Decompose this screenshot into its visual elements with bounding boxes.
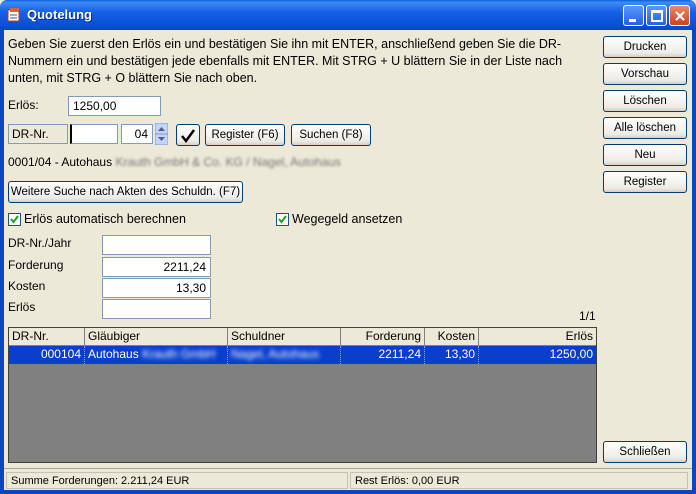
neu-button[interactable]: Neu — [603, 144, 687, 166]
vorschau-button[interactable]: Vorschau — [603, 63, 687, 85]
dr-jahr-label: DR-Nr./Jahr — [8, 236, 72, 250]
window-frame — [0, 490, 696, 494]
cell-schuldner-redacted: Nagel, Autohaus — [231, 347, 320, 361]
erloes2-label: Erlös — [8, 300, 36, 314]
maximize-button[interactable] — [646, 5, 667, 26]
cell-erloes: 1250,00 — [549, 347, 593, 361]
column-header-forderung[interactable]: Forderung — [341, 328, 425, 346]
close-window-button[interactable] — [669, 5, 690, 26]
column-header-kosten[interactable]: Kosten — [425, 328, 479, 346]
kosten-input[interactable]: 13,30 — [102, 278, 211, 298]
spinner-arrows-icon — [154, 122, 169, 146]
maximize-icon — [651, 10, 663, 22]
status-rest: Rest Erlös: 0,00 EUR — [350, 472, 688, 489]
column-header-dr[interactable]: DR-Nr. — [9, 328, 85, 346]
loeschen-button[interactable]: Löschen — [603, 90, 687, 112]
suchen-f8-button[interactable]: Suchen (F8) — [291, 124, 371, 146]
checkmark-icon — [278, 215, 287, 224]
auto-calc-checkbox[interactable] — [8, 213, 21, 226]
status-summe: Summe Forderungen: 2.211,24 EUR — [6, 472, 348, 489]
kosten-label: Kosten — [8, 279, 46, 293]
confirm-button[interactable] — [176, 124, 200, 146]
table-row[interactable]: 000104 Autohaus Krauth GmbH Nagel, Autoh… — [9, 346, 596, 364]
minimize-icon — [629, 19, 636, 22]
cell-glaeubiger-text: Autohaus — [88, 347, 139, 361]
dr-year-input[interactable]: 04 — [121, 124, 153, 144]
title-bar[interactable]: Quotelung — [0, 0, 696, 30]
cell-forderung: 2211,24 — [341, 346, 425, 364]
cell-kosten: 13,30 — [425, 346, 479, 364]
schliessen-button[interactable]: Schließen — [603, 441, 687, 463]
auto-calc-label: Erlös automatisch berechnen — [24, 212, 186, 226]
drucken-button[interactable]: Drucken — [603, 36, 687, 58]
minimize-button[interactable] — [623, 5, 644, 26]
app-icon — [7, 8, 20, 22]
column-header-erloes[interactable]: Erlös — [479, 328, 596, 346]
dr-number-input[interactable] — [70, 124, 118, 144]
checkmark-icon — [10, 215, 19, 224]
window-frame — [0, 30, 4, 494]
forderung-input[interactable]: 2211,24 — [102, 257, 211, 277]
cell-schuldner: Nagel, Autohaus — [228, 346, 341, 364]
weitere-suche-button[interactable]: Weitere Suche nach Akten des Schuldn. (F… — [8, 181, 243, 203]
erloes2-input[interactable] — [102, 299, 211, 319]
cell-dr: 000104 — [9, 346, 85, 364]
window-title: Quotelung — [27, 7, 92, 22]
wegegeld-label: Wegegeld ansetzen — [292, 212, 403, 226]
instructions-text: Geben Sie zuerst den Erlös ein und bestä… — [8, 37, 563, 85]
result-line: 0001/04 - Autohaus Krauth GmbH & Co. KG … — [8, 155, 341, 169]
status-bar: Summe Forderungen: 2.211,24 EUR Rest Erl… — [4, 468, 692, 490]
dr-jahr-input[interactable] — [102, 235, 211, 255]
erloes-input[interactable]: 1250,00 — [68, 96, 161, 116]
register-f6-button[interactable]: Register (F6) — [205, 124, 285, 146]
close-icon — [675, 11, 685, 21]
page-indicator: 1/1 — [579, 309, 596, 323]
erloes-label: Erlös: — [8, 98, 39, 112]
wegegeld-checkbox[interactable] — [276, 213, 289, 226]
cell-glaeubiger-redacted: Krauth GmbH — [142, 347, 216, 361]
year-spinner[interactable] — [154, 122, 169, 146]
checkmark-icon — [181, 129, 196, 144]
cell-glaeubiger: Autohaus Krauth GmbH — [85, 346, 228, 364]
alle-loeschen-button[interactable]: Alle löschen — [603, 117, 687, 139]
result-line-redacted: Krauth GmbH & Co. KG / Nagel, Autohaus — [115, 155, 341, 169]
column-header-glaeubiger[interactable]: Gläubiger — [85, 328, 228, 346]
column-header-schuldner[interactable]: Schuldner — [228, 328, 341, 346]
result-line-prefix: 0001/04 - Autohaus — [8, 155, 113, 169]
dr-nr-label: DR-Nr. — [8, 124, 68, 144]
register-button[interactable]: Register — [603, 171, 687, 193]
window-frame — [692, 30, 696, 494]
table-header: DR-Nr. Gläubiger Schuldner Forderung Kos… — [9, 328, 596, 346]
forderung-label: Forderung — [8, 258, 64, 272]
results-table[interactable]: DR-Nr. Gläubiger Schuldner Forderung Kos… — [8, 327, 597, 463]
